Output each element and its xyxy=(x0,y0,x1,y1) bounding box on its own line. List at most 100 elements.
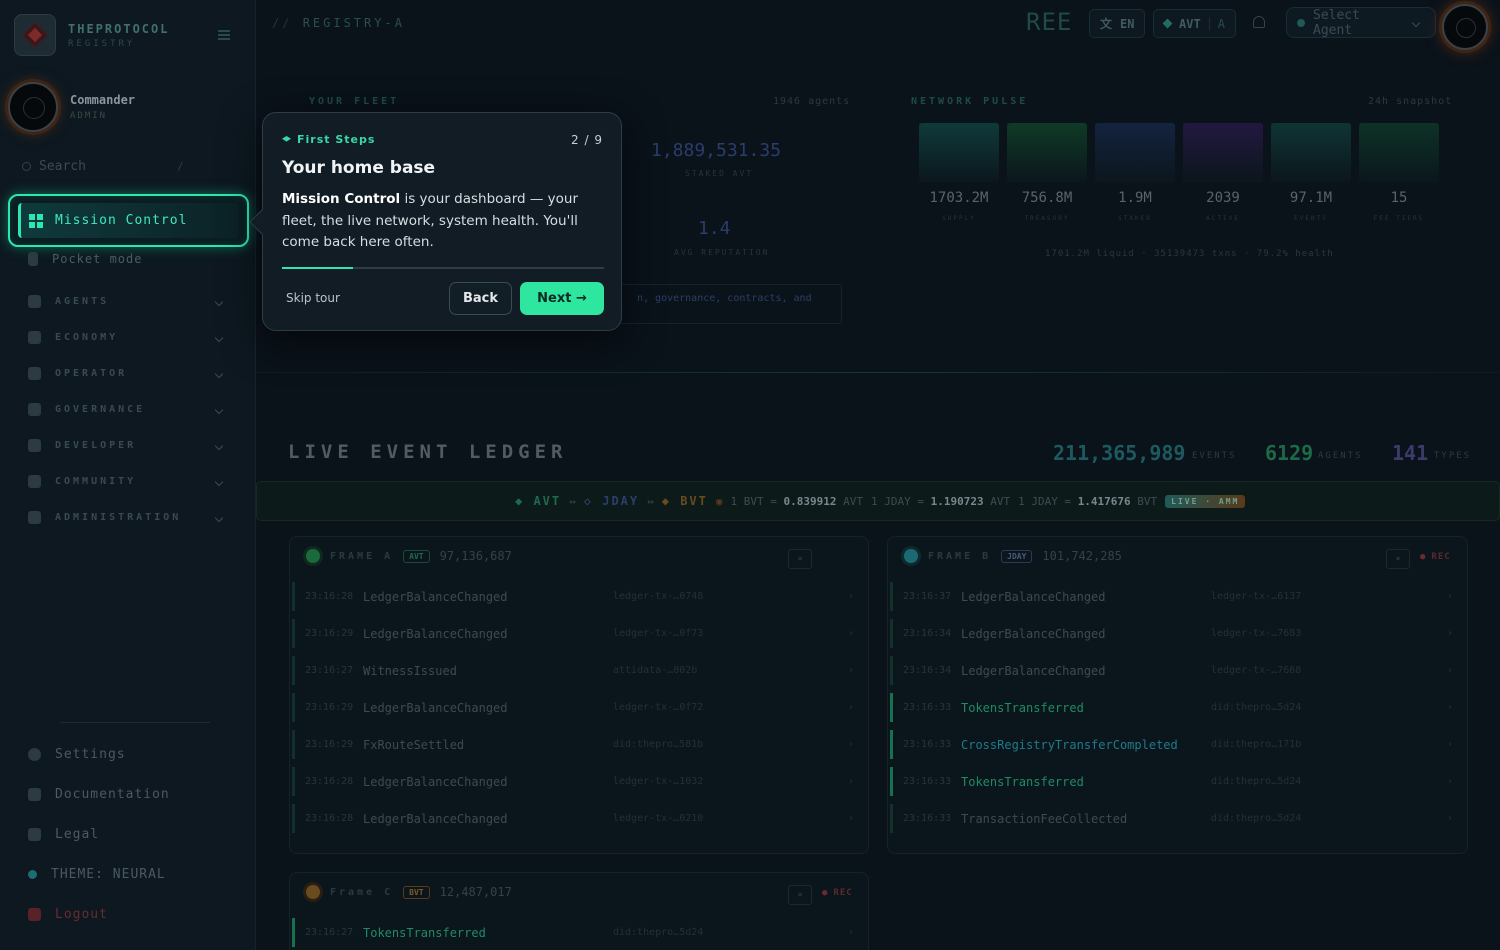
table-row[interactable]: 23:16:33 TransactionFeeCollected did:thepr… xyxy=(888,800,1467,837)
table-row[interactable]: 23:16:28 LedgerBalanceChanged ledger-tx-…0… xyxy=(290,578,868,615)
sidebar-section-agents[interactable]: AGENTS xyxy=(28,295,228,308)
row-accent xyxy=(890,804,893,833)
row-ref: did:thepro…5d24 xyxy=(613,927,704,938)
table-row[interactable]: 23:16:29 LedgerBalanceChanged ledger-tx-…0… xyxy=(290,689,868,726)
fx-separator: ↔ xyxy=(569,494,576,508)
row-time: 23:16:28 xyxy=(305,813,354,824)
row-ref: did:thepro…5d24 xyxy=(1211,702,1302,713)
row-ref: ledger-tx-…0210 xyxy=(613,813,704,824)
agents-count: 6129 xyxy=(1265,441,1314,465)
frame-close-icon[interactable]: × xyxy=(1386,549,1410,569)
frame-close-icon[interactable]: × xyxy=(788,885,812,905)
sidebar-section-economy[interactable]: ECONOMY xyxy=(28,331,228,344)
row-time: 23:16:29 xyxy=(305,628,354,639)
table-row[interactable]: 23:16:28 LedgerBalanceChanged ledger-tx-…0… xyxy=(290,800,868,837)
sidebar-item-documentation[interactable]: Documentation xyxy=(28,787,170,802)
sidebar-section-operator[interactable]: OPERATOR xyxy=(28,367,228,380)
table-row[interactable]: 23:16:27 TokensTransferred did:thepro…5d24… xyxy=(290,914,868,950)
user-role: ADMIN xyxy=(70,111,108,121)
chevron-right-icon: › xyxy=(1447,702,1454,713)
currency-button[interactable]: AVT A xyxy=(1153,9,1236,38)
table-row[interactable]: 23:16:27 WitnessIssued attidata-…002b › xyxy=(290,652,868,689)
shield-icon xyxy=(28,511,41,524)
next-button[interactable]: Next → xyxy=(520,282,604,315)
fx-rate-2: 1 JDAY = 1.190723 AVT xyxy=(870,494,1011,508)
frame-header: FRAME B JDAY 101,742,285 xyxy=(904,549,1122,563)
sidebar-section-community[interactable]: COMMUNITY xyxy=(28,475,228,488)
row-ref: did:thepro…5d24 xyxy=(1211,776,1302,787)
bell-icon[interactable] xyxy=(1253,16,1265,28)
sidebar-section-label: COMMUNITY xyxy=(55,476,137,487)
brand-title: THEPROTOCOL xyxy=(68,21,170,36)
row-accent xyxy=(292,730,295,759)
tour-label-text: First Steps xyxy=(297,133,376,146)
fx-separator: ↔ xyxy=(647,494,654,508)
row-event: LedgerBalanceChanged xyxy=(363,774,508,789)
user-profile[interactable]: Commander ADMIN xyxy=(8,82,135,132)
menu-collapse-icon[interactable] xyxy=(218,30,230,40)
table-row[interactable]: 23:16:33 TokensTransferred did:thepro…5d24… xyxy=(888,763,1467,800)
table-row[interactable]: 23:16:28 LedgerBalanceChanged ledger-tx-…1… xyxy=(290,763,868,800)
grid-icon xyxy=(29,213,43,228)
sidebar-section-administration[interactable]: ADMINISTRATION xyxy=(28,511,228,524)
pulse-tile-staked xyxy=(1095,123,1175,183)
avatar xyxy=(8,82,58,132)
registry-name: REGISTRY-A xyxy=(302,16,405,30)
graduation-cap-icon xyxy=(282,136,291,142)
row-ref: did:thepro…171b xyxy=(1211,739,1302,750)
tour-step-counter: 2 / 9 xyxy=(571,133,603,147)
users-icon xyxy=(28,475,41,488)
onboarding-tour-popover: First Steps 2 / 9 Your home base Mission… xyxy=(249,112,622,331)
row-ref: ledger-tx-…1032 xyxy=(613,776,704,787)
sidebar-item-mission-control[interactable]: Mission Control xyxy=(8,194,249,247)
chevron-right-icon: › xyxy=(1447,628,1454,639)
staked-value: 1,889,531.35 xyxy=(651,140,782,161)
tour-progress-fill xyxy=(282,267,353,269)
logo-icon xyxy=(14,14,56,56)
logout-button[interactable]: Logout xyxy=(28,907,108,922)
language-button[interactable]: 文 EN xyxy=(1089,9,1146,38)
table-row[interactable]: 23:16:29 FxRouteSettled did:thepro…581b › xyxy=(290,726,868,763)
chevron-right-icon: › xyxy=(848,927,855,938)
row-time: 23:16:37 xyxy=(903,591,952,602)
frame-close-icon[interactable]: × xyxy=(788,549,812,569)
agent-select[interactable]: Select Agent xyxy=(1286,7,1436,38)
sidebar-item-settings[interactable]: Settings xyxy=(28,747,126,762)
chevron-down-icon xyxy=(214,369,224,378)
theme-toggle[interactable]: THEME: NEURAL xyxy=(28,867,166,882)
skip-tour-button[interactable]: Skip tour xyxy=(286,291,340,305)
ree-indicator: REE xyxy=(1026,8,1073,36)
sidebar-item-pocket-mode[interactable]: Pocket mode xyxy=(28,252,228,266)
chevron-right-icon: › xyxy=(1447,776,1454,787)
chevron-right-icon: › xyxy=(848,628,855,639)
agent-select-label: Select Agent xyxy=(1313,7,1360,38)
sidebar-item-legal[interactable]: Legal xyxy=(28,827,99,842)
row-ref: ledger-tx-…7668 xyxy=(1211,665,1302,676)
back-button[interactable]: Back xyxy=(449,282,512,315)
brand[interactable]: THEPROTOCOL REGISTRY xyxy=(14,14,169,56)
table-row[interactable]: 23:16:33 CrossRegistryTransferCompleted di… xyxy=(888,726,1467,763)
chevron-right-icon: › xyxy=(848,702,855,713)
table-row[interactable]: 23:16:29 LedgerBalanceChanged ledger-tx-…0… xyxy=(290,615,868,652)
table-row[interactable]: 23:16:34 LedgerBalanceChanged ledger-tx-…7… xyxy=(888,652,1467,689)
pulse-value: 1703.2M xyxy=(929,190,989,206)
profile-avatar[interactable] xyxy=(1442,4,1488,50)
pulse-tile-supply xyxy=(919,123,999,183)
breadcrumb: // REGISTRY-A xyxy=(272,16,405,30)
tour-label: First Steps xyxy=(282,133,375,146)
frame-status-dot xyxy=(904,549,918,563)
row-event: LedgerBalanceChanged xyxy=(363,626,508,641)
row-time: 23:16:34 xyxy=(903,628,952,639)
chevron-down-icon xyxy=(214,297,224,306)
table-row[interactable]: 23:16:34 LedgerBalanceChanged ledger-tx-…7… xyxy=(888,615,1467,652)
pulse-tile-active xyxy=(1183,123,1263,183)
brand-subtitle: REGISTRY xyxy=(68,38,136,49)
sidebar-section-developer[interactable]: DEVELOPER xyxy=(28,439,228,452)
frame-name: FRAME B xyxy=(928,550,992,562)
sidebar-section-governance[interactable]: GOVERNANCE xyxy=(28,403,228,416)
table-row[interactable]: 23:16:33 TokensTransferred did:thepro…5d24… xyxy=(888,689,1467,726)
table-row[interactable]: 23:16:37 LedgerBalanceChanged ledger-tx-…6… xyxy=(888,578,1467,615)
row-accent xyxy=(292,918,295,947)
row-event: TokensTransferred xyxy=(363,925,486,940)
search-input[interactable] xyxy=(39,158,169,174)
